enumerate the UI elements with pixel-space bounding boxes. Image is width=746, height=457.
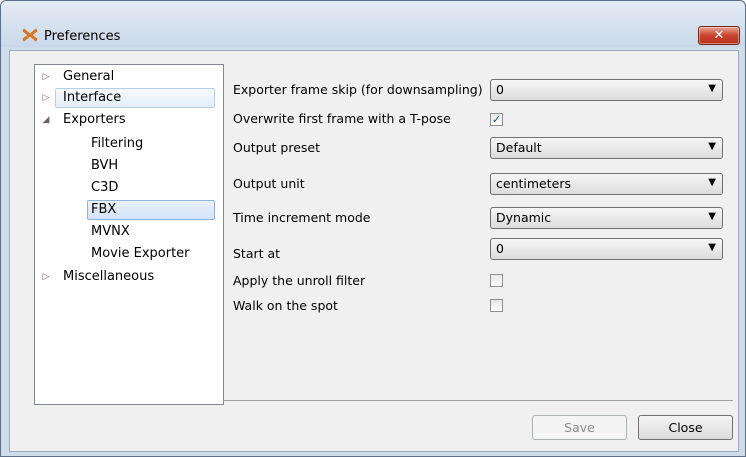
walk-label: Walk on the spot [233,298,338,313]
collapse-arrow-icon[interactable]: ◢ [41,110,51,130]
walk-checkbox[interactable] [490,299,503,312]
chevron-down-icon: ▼ [708,242,716,253]
title-bar: Preferences ✕ [1,1,745,47]
tree-item-miscellaneous[interactable]: ▷ Miscellaneous [39,267,219,287]
checkmark-icon: ✓ [491,113,502,126]
expand-arrow-icon[interactable]: ▷ [41,267,51,287]
tree-item-label: Exporters [63,112,126,127]
tree-item-general[interactable]: ▷ General [39,67,219,87]
preferences-tree: ▷ General Interface ▷ ◢ Exporters Filter… [34,64,224,405]
tree-item-exporters[interactable]: ◢ Exporters [39,110,219,130]
time-mode-label: Time increment mode [233,210,371,225]
time-mode-value: Dynamic [496,210,552,225]
close-button[interactable]: Close [638,415,733,440]
start-at-dropdown[interactable]: 0 ▼ [490,238,723,260]
tree-item-label: Filtering [91,136,144,151]
output-unit-value: centimeters [496,176,571,191]
app-logo-icon [22,28,38,42]
window-title: Preferences [44,29,121,44]
tree-item-label: C3D [91,180,119,195]
tree-item-label: Miscellaneous [63,269,155,284]
expand-arrow-icon[interactable]: ▷ [41,67,51,87]
chevron-down-icon: ▼ [708,141,716,152]
frame-skip-label: Exporter frame skip (for downsampling) [233,82,483,97]
tree-item-filtering[interactable]: Filtering [91,134,211,154]
window-close-button[interactable]: ✕ [698,26,740,45]
tree-item-label: MVNX [91,224,130,239]
tpose-checkbox[interactable]: ✓ [490,113,503,126]
output-preset-value: Default [496,140,542,155]
output-preset-label: Output preset [233,140,320,155]
save-button[interactable]: Save [532,415,627,440]
tree-item-interface[interactable]: Interface [55,88,215,108]
tpose-label: Overwrite first frame with a T-pose [233,111,451,126]
unroll-checkbox[interactable] [490,274,503,287]
tree-item-label: Interface [63,90,122,105]
tree-item-c3d[interactable]: C3D [91,178,211,198]
frame-skip-value: 0 [496,82,504,97]
output-preset-dropdown[interactable]: Default ▼ [490,137,723,159]
tree-item-label: BVH [91,158,119,173]
output-unit-label: Output unit [233,176,305,191]
expand-arrow-icon[interactable]: ▷ [41,91,51,105]
unroll-label: Apply the unroll filter [233,273,366,288]
chevron-down-icon: ▼ [708,177,716,188]
tree-item-mvnx[interactable]: MVNX [91,222,211,242]
chevron-down-icon: ▼ [708,211,716,222]
dialog-body: ▷ General Interface ▷ ◢ Exporters Filter… [9,50,739,452]
preferences-window: Preferences ✕ ▷ General Interface ▷ ◢ Ex… [0,0,746,457]
close-icon: ✕ [713,28,725,43]
chevron-down-icon: ▼ [708,83,716,94]
tree-item-bvh[interactable]: BVH [91,156,211,176]
start-at-label: Start at [233,246,281,261]
output-unit-dropdown[interactable]: centimeters ▼ [490,173,723,195]
tree-item-fbx[interactable]: FBX [87,200,215,220]
frame-skip-dropdown[interactable]: 0 ▼ [490,79,723,101]
tree-item-label: General [63,69,115,84]
start-at-value: 0 [496,241,504,256]
time-mode-dropdown[interactable]: Dynamic ▼ [490,207,723,229]
separator [223,400,733,401]
tree-item-label: Movie Exporter [91,246,190,261]
tree-item-movie-exporter[interactable]: Movie Exporter [91,244,211,264]
tree-item-label: FBX [91,202,117,217]
